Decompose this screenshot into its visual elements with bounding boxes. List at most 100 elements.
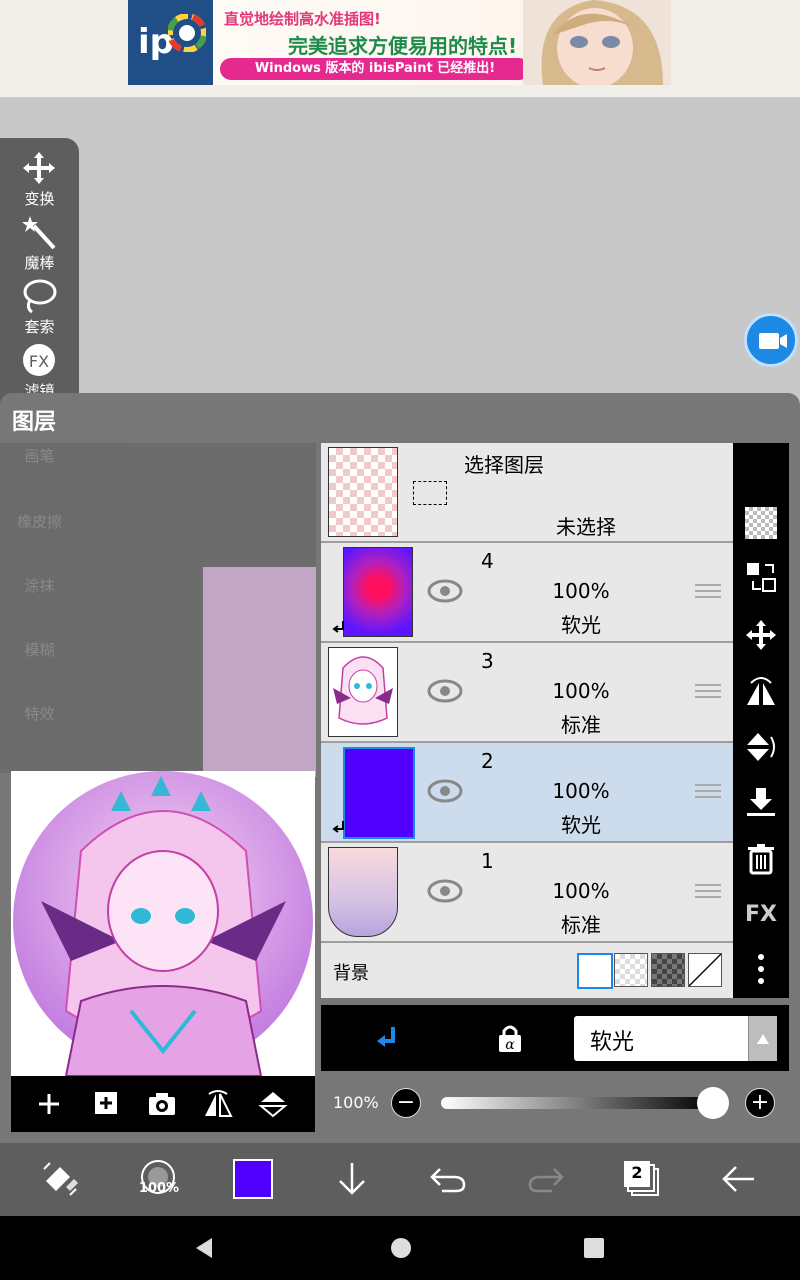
tool-lasso[interactable]: 套索 [0,276,79,340]
drag-handle-icon[interactable] [695,783,721,799]
flip-horizontal-icon[interactable] [201,1088,235,1120]
ghost-tool-label: 画笔 [24,447,55,465]
ad-subheadline: 完美追求方便易用的特点! [288,34,518,58]
down-arrow-icon[interactable] [332,1159,372,1199]
move-layer-icon[interactable] [745,619,777,651]
layer-actions-column: FX [733,443,789,998]
layer-artwork-thumb [333,656,393,725]
opacity-slider[interactable] [441,1097,713,1109]
layer-row-1[interactable]: 1 100% 标准 [321,843,733,943]
layer-number: 1 [481,849,494,873]
layer-row-3[interactable]: 3 100% 标准 [321,643,733,743]
tool-switch-icon[interactable] [40,1159,80,1199]
fx-filter-icon: FX [23,344,55,376]
layer-blend-mode: 软光 [561,613,601,637]
flip-layer-horizontal-icon[interactable] [745,675,777,707]
blend-mode-value: 软光 [590,1030,635,1055]
layer-opacity: 100% [552,679,610,703]
tool-label: 套索 [24,318,55,336]
background-transparent-swatch[interactable] [614,953,648,987]
svg-text:α: α [505,1037,515,1053]
layer-blend-mode: 软光 [561,813,601,837]
duplicate-layer-icon[interactable] [89,1088,123,1120]
background-white-swatch[interactable] [577,953,613,989]
layer-blend-mode: 标准 [561,713,601,737]
nav-back-icon[interactable] [192,1236,216,1260]
blend-mode-select[interactable]: 软光 [574,1016,777,1061]
canvas-preview-ghost [203,567,316,777]
current-color-swatch[interactable] [233,1159,273,1199]
background-dark-swatch[interactable] [651,953,685,987]
back-arrow-icon[interactable] [718,1159,758,1199]
clip-indicator-icon [332,821,344,833]
background-none-swatch[interactable] [688,953,722,987]
clipping-toggle-icon[interactable] [371,1023,401,1053]
ghost-tool-label: 模糊 [24,641,55,659]
blend-mode-bar: α 软光 [321,1005,789,1071]
delete-layer-icon[interactable] [745,843,777,875]
visibility-eye-icon[interactable] [427,579,463,603]
nav-home-icon[interactable] [389,1236,413,1260]
brush-size-label: 100% [138,1181,180,1196]
layer-thumbnail [343,747,415,839]
artwork-preview [11,771,315,1076]
layers-button[interactable]: 2 [622,1159,662,1199]
flip-vertical-icon[interactable] [257,1088,291,1120]
magic-wand-icon [22,216,56,250]
thumbnail-toolbar [11,1076,315,1132]
tool-magic-wand[interactable]: 魔棒 [0,212,79,276]
tool-transform[interactable]: 变换 [0,148,79,212]
camera-icon[interactable] [145,1088,179,1120]
layer-count: 2 [631,1163,643,1182]
video-camera-icon [759,333,787,349]
merge-down-icon[interactable] [745,787,777,819]
background-label: 背景 [333,963,369,984]
visibility-eye-icon[interactable] [427,879,463,903]
selection-marquee-icon [413,481,447,505]
transform-arrows-icon [23,152,55,184]
visibility-eye-icon[interactable] [427,679,463,703]
drag-handle-icon[interactable] [695,883,721,899]
selection-status: 未选择 [556,515,616,539]
system-navigation-bar [0,1216,800,1280]
add-layer-icon[interactable] [33,1088,67,1120]
layer-opacity: 100% [552,579,610,603]
ad-windows-notice: Windows 版本的 ibisPaint 已经推出! [220,58,530,80]
drag-handle-icon[interactable] [695,683,721,699]
opacity-increase-button[interactable]: + [745,1088,775,1118]
layer-list: 选择图层 未选择 4 100% 软光 3 100% 标准 2 100% 软光 1… [321,443,733,998]
undo-icon[interactable] [428,1159,468,1199]
swap-layer-icon[interactable] [745,561,777,593]
brush-size-button[interactable]: 100% [136,1159,182,1199]
opacity-decrease-button[interactable]: − [391,1088,421,1118]
lasso-icon [23,279,57,314]
ibispaint-logo: ip [128,0,213,85]
layer-number: 4 [481,549,494,573]
redo-icon[interactable] [526,1159,566,1199]
drag-handle-icon[interactable] [695,583,721,599]
ad-banner[interactable]: ip 直觉地绘制高水准插图! 完美追求方便易用的特点! Windows 版本的 … [128,0,671,85]
new-transparent-layer-icon[interactable] [745,507,777,539]
flip-layer-vertical-icon[interactable] [745,731,777,763]
layer-blend-mode: 标准 [561,913,601,937]
layer-number: 2 [481,749,494,773]
layer-fx-button[interactable]: FX [745,899,777,931]
alpha-lock-icon[interactable]: α [496,1023,524,1053]
layer-row-2[interactable]: 2 100% 软光 [321,743,733,843]
tool-label: 变换 [24,190,55,208]
canvas-thumbnail[interactable] [11,771,315,1076]
ghost-tool-label: 特效 [24,705,55,723]
opacity-slider-knob[interactable] [697,1087,729,1119]
record-video-button[interactable] [744,313,798,367]
more-options-icon[interactable] [745,953,777,985]
ad-illustration [523,0,671,85]
tool-label: 魔棒 [24,254,55,272]
layer-thumbnail [343,547,413,637]
selection-layer-row[interactable]: 选择图层 未选择 [321,443,733,543]
visibility-eye-icon[interactable] [427,779,463,803]
layer-thumbnail [328,647,398,737]
dropdown-arrow-icon [748,1016,777,1061]
layer-row-4[interactable]: 4 100% 软光 [321,543,733,643]
nav-recents-icon[interactable] [582,1236,606,1260]
clip-indicator-icon [332,621,344,633]
